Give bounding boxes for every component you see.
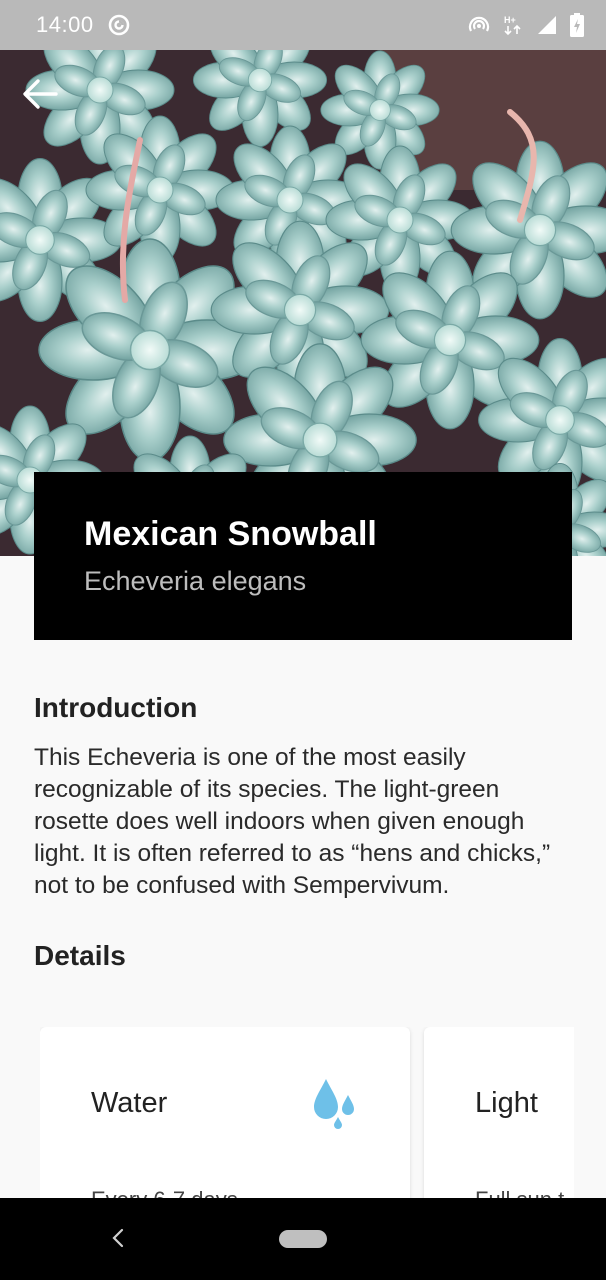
details-heading: Details xyxy=(34,940,126,971)
signal-icon xyxy=(536,14,558,36)
detail-card-label: Light xyxy=(475,1087,538,1119)
plant-common-name: Mexican Snowball xyxy=(84,515,377,553)
status-time: 14:00 xyxy=(36,12,94,37)
nav-back-icon xyxy=(112,1228,124,1248)
hplus-data-icon: H+ xyxy=(502,14,524,36)
nav-home-pill[interactable] xyxy=(279,1230,327,1248)
plant-content: Introduction This Echeveria is one of th… xyxy=(34,690,574,974)
details-carousel[interactable]: Water Every 6-7 days Light Full sun t xyxy=(40,1027,574,1227)
back-button[interactable] xyxy=(18,72,62,116)
introduction-heading: Introduction xyxy=(34,692,198,723)
introduction-text: This Echeveria is one of the most easily… xyxy=(34,744,551,899)
plant-title-card: Mexican Snowball Echeveria elegans xyxy=(34,472,572,640)
status-icons: H+ xyxy=(468,13,584,37)
detail-card-label: Water xyxy=(91,1087,168,1119)
nav-back-button[interactable] xyxy=(104,1224,132,1252)
detail-card-water[interactable]: Water Every 6-7 days xyxy=(40,1027,410,1227)
hotspot-icon xyxy=(468,15,490,35)
battery-charging-icon xyxy=(570,13,584,37)
system-nav-bar xyxy=(0,1198,606,1280)
status-bar: 14:00 H+ xyxy=(0,0,606,50)
network-label: H+ xyxy=(504,15,516,25)
detail-card-light[interactable]: Light Full sun t xyxy=(424,1027,574,1227)
water-drops-icon xyxy=(312,1077,358,1136)
plant-scientific-name: Echeveria elegans xyxy=(84,566,307,596)
sync-icon xyxy=(108,14,130,36)
arrow-back-icon xyxy=(23,79,58,109)
plant-detail-screen: 14:00 H+ Mexican Snowball Echeveria eleg… xyxy=(0,0,606,1280)
